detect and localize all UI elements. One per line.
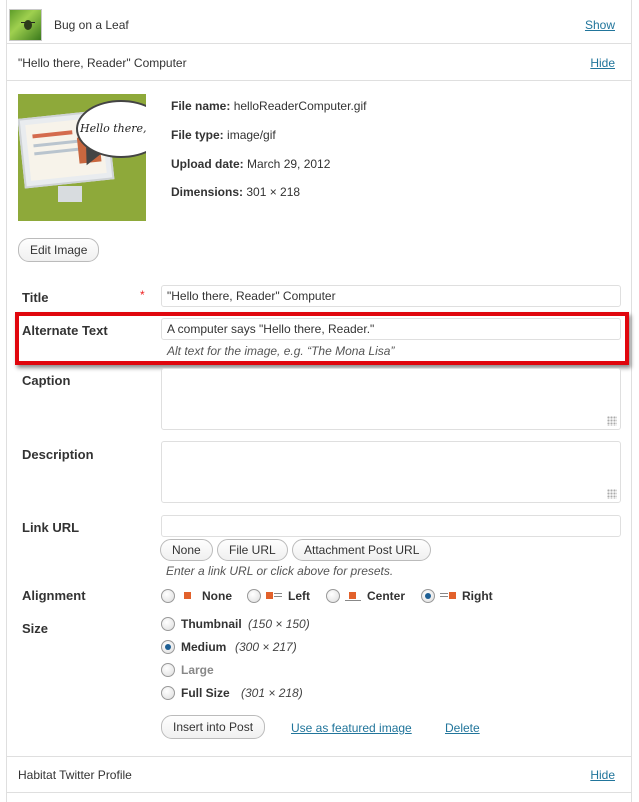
align-right-label: Right [462, 589, 493, 603]
use-featured-image-link[interactable]: Use as featured image [291, 721, 412, 735]
align-left-icon [266, 591, 282, 601]
size-thumbnail-label: Thumbnail [181, 617, 242, 631]
align-center-icon [345, 591, 361, 601]
align-none-radio[interactable] [161, 589, 175, 603]
size-full-dims: (301 × 218) [241, 686, 303, 700]
hide-toggle[interactable]: Hide [590, 768, 615, 782]
description-textarea[interactable] [161, 441, 621, 503]
size-large-radio[interactable] [161, 663, 175, 677]
align-right-icon [440, 591, 456, 601]
size-thumbnail-dims: (150 × 150) [248, 617, 310, 631]
link-none-button[interactable]: None [160, 539, 213, 561]
resize-grip-icon[interactable] [607, 416, 617, 426]
size-label: Size [22, 621, 49, 636]
size-medium-label: Medium [181, 640, 227, 654]
align-none-label: None [202, 589, 232, 603]
file-name: File name: helloReaderComputer.gif [171, 99, 367, 113]
insert-into-post-button[interactable]: Insert into Post [161, 715, 266, 739]
link-url-label: Link URL [22, 520, 80, 535]
show-toggle[interactable]: Show [585, 18, 615, 32]
attachment-title: Bug on a Leaf [54, 18, 129, 32]
resize-grip-icon[interactable] [607, 489, 617, 499]
size-full-label: Full Size [181, 686, 230, 700]
attachment-row-bug: Bug on a Leaf Show [7, 0, 631, 44]
link-attachment-url-button[interactable]: Attachment Post URL [292, 539, 432, 561]
delete-link[interactable]: Delete [445, 721, 480, 735]
align-left-radio[interactable] [247, 589, 261, 603]
size-thumbnail-radio[interactable] [161, 617, 175, 631]
alt-text-highlight [15, 312, 629, 365]
title-label: Title [22, 290, 49, 305]
size-large-label: Large [181, 663, 214, 677]
caption-label: Caption [22, 373, 71, 388]
attachment-title: "Hello there, Reader" Computer [18, 56, 187, 70]
size-full-radio[interactable] [161, 686, 175, 700]
align-left-label: Left [288, 589, 310, 603]
attachment-row-habitat: Habitat Twitter Profile Hide [7, 756, 631, 793]
file-type: File type: image/gif [171, 128, 276, 142]
size-medium-radio[interactable] [161, 640, 175, 654]
edit-image-button[interactable]: Edit Image [18, 238, 100, 262]
link-url-help: Enter a link URL or click above for pres… [166, 564, 394, 578]
size-medium-dims: (300 × 217) [235, 640, 297, 654]
hide-toggle[interactable]: Hide [590, 56, 615, 70]
align-center-label: Center [367, 589, 406, 603]
upload-date: Upload date: March 29, 2012 [171, 157, 331, 171]
attachment-title: Habitat Twitter Profile [18, 768, 132, 782]
title-input[interactable]: "Hello there, Reader" Computer [161, 285, 621, 307]
align-none-icon [180, 591, 196, 601]
media-attachment-panel: Bug on a Leaf Show "Hello there, Reader"… [6, 0, 632, 802]
alignment-label: Alignment [22, 588, 86, 603]
link-file-url-button[interactable]: File URL [217, 539, 288, 561]
speech-bubble-text: Hello there, Reade [80, 122, 146, 135]
caption-textarea[interactable] [161, 368, 621, 430]
attachment-row-computer: "Hello there, Reader" Computer Hide [7, 44, 631, 81]
required-marker: * [140, 288, 145, 302]
link-url-input[interactable] [161, 515, 621, 537]
align-center-radio[interactable] [326, 589, 340, 603]
dimensions: Dimensions: 301 × 218 [171, 185, 301, 199]
bug-thumbnail [9, 9, 42, 41]
align-right-radio[interactable] [421, 589, 435, 603]
description-label: Description [22, 447, 94, 462]
image-thumbnail: Hello there, Reade [18, 94, 146, 221]
